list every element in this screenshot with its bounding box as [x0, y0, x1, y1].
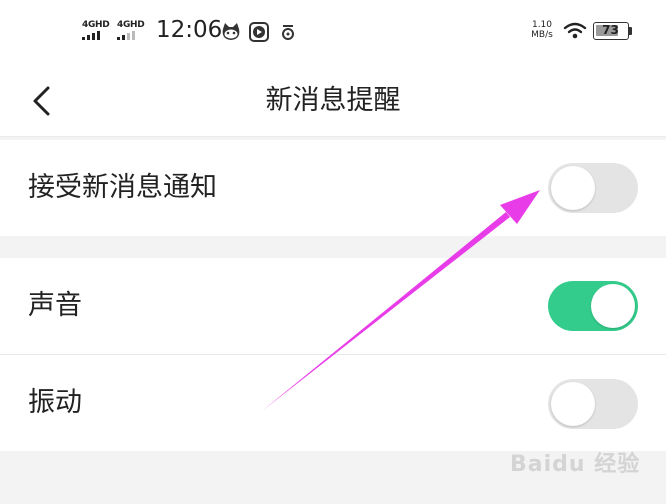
chevron-left-icon: [33, 86, 50, 116]
toggle-knob: [551, 382, 595, 426]
network-speed: 1.10 MB/s: [530, 20, 554, 40]
setting-row-vibration: 振动: [0, 355, 666, 451]
setting-label: 振动: [28, 387, 82, 418]
battery-tip: [629, 27, 632, 35]
wifi-icon: [563, 22, 587, 39]
nav-bar: 新消息提醒: [0, 66, 666, 137]
play-icon: [249, 22, 269, 42]
status-bar: 4GHD 4GHD 12:06 1.10 MB/s 73: [0, 0, 666, 66]
back-button[interactable]: [22, 76, 66, 126]
setting-row-sound: 声音: [0, 258, 666, 354]
cam-icon: [282, 25, 294, 40]
network-speed-value: 1.10: [531, 20, 553, 30]
battery-level: 73: [602, 23, 619, 37]
sound-toggle[interactable]: [548, 281, 638, 331]
battery-icon: 73: [593, 22, 629, 40]
watermark: Baidu 经验: [510, 452, 641, 477]
receive-notifications-toggle[interactable]: [548, 163, 638, 213]
vibration-toggle[interactable]: [548, 379, 638, 429]
setting-label: 接受新消息通知: [28, 172, 217, 203]
toggle-knob: [551, 166, 595, 210]
setting-label: 声音: [28, 290, 82, 321]
setting-row-receive-notifications: 接受新消息通知: [0, 140, 666, 236]
network-type-label: 4GHD: [82, 20, 110, 30]
cellular-signal-icon: 4GHD: [117, 20, 151, 42]
toggle-knob: [591, 284, 635, 328]
cellular-signal-icon: 4GHD: [82, 20, 116, 42]
page-title: 新消息提醒: [265, 85, 401, 116]
cat-app-icon: [222, 23, 240, 40]
network-speed-unit: MB/s: [531, 30, 553, 40]
network-type-label: 4GHD: [117, 20, 145, 30]
clock: 12:06: [156, 17, 223, 43]
